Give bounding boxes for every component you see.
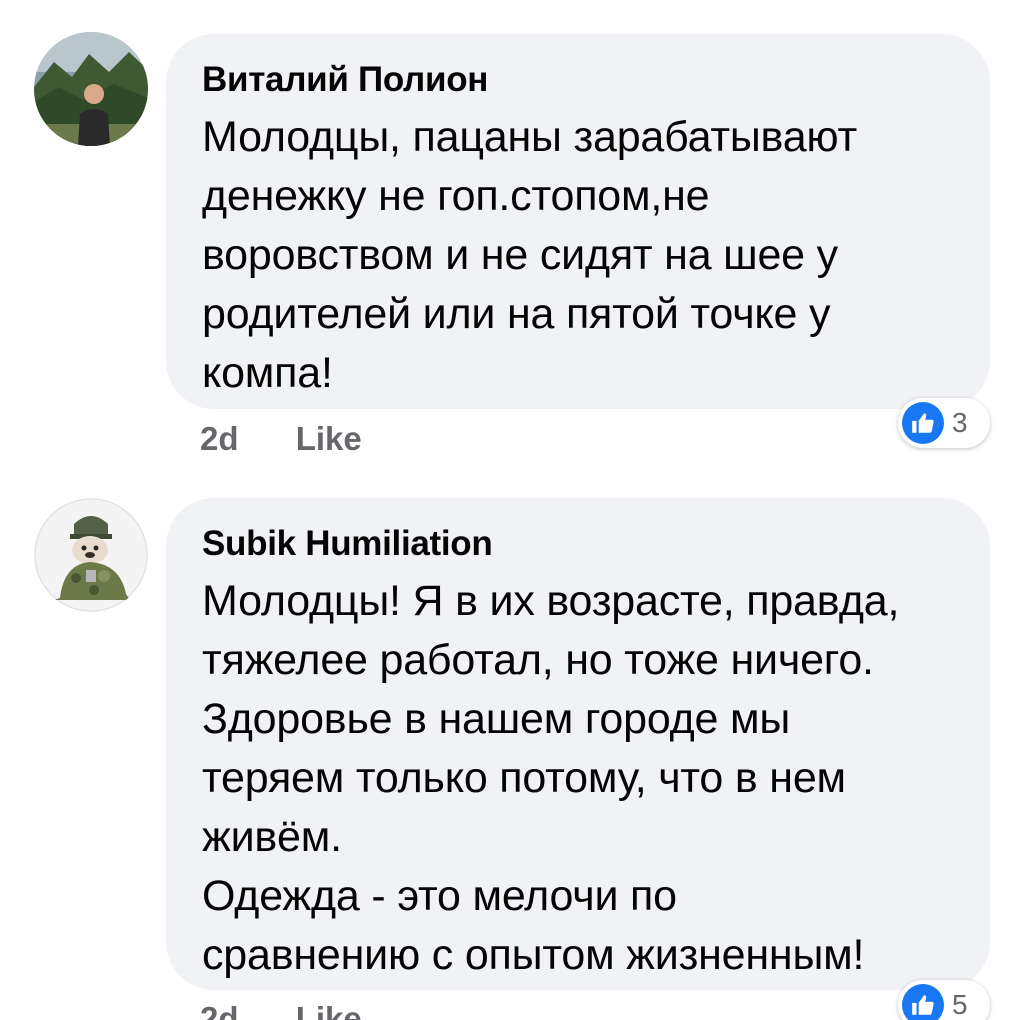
comment: Виталий Полион Молодцы, пацаны зарабатыв… [0, 0, 1024, 480]
avatar-photo-icon [34, 32, 148, 146]
like-button[interactable]: Like [296, 420, 362, 458]
comment-actions: 2d Like [200, 420, 362, 458]
thumbs-up-icon [902, 984, 944, 1020]
comment-bubble: Виталий Полион Молодцы, пацаны зарабатыв… [166, 34, 990, 409]
avatar[interactable] [34, 498, 148, 612]
avatar[interactable] [34, 32, 148, 146]
comment-bubble: Subik Humiliation Молодцы! Я в их возрас… [166, 498, 990, 990]
comments-feed: Виталий Полион Молодцы, пацаны зарабатыв… [0, 0, 1024, 1020]
reaction-count: 3 [952, 407, 968, 438]
comment-author[interactable]: Виталий Полион [202, 60, 954, 100]
comment: Subik Humiliation Молодцы! Я в их возрас… [0, 480, 1024, 1020]
reaction-count: 5 [952, 989, 968, 1020]
reaction-badge[interactable]: 5 [898, 980, 990, 1020]
comment-timestamp[interactable]: 2d [200, 420, 239, 458]
comment-author[interactable]: Subik Humiliation [202, 524, 954, 564]
comment-text: Молодцы, пацаны зарабатывают денежку не … [202, 113, 858, 397]
thumbs-up-icon [902, 402, 944, 444]
comment-actions: 2d Like [200, 1000, 362, 1020]
reaction-badge[interactable]: 3 [898, 398, 990, 448]
comment-timestamp[interactable]: 2d [200, 1000, 239, 1020]
comment-text: Молодцы! Я в их возрасте, правда, тяжеле… [202, 577, 900, 979]
avatar-photo-icon [34, 498, 148, 612]
like-button[interactable]: Like [296, 1000, 362, 1020]
